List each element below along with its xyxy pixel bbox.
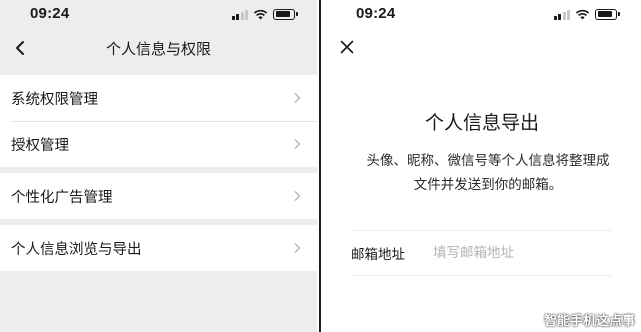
chevron-right-icon <box>294 191 301 201</box>
menu-item-authorization[interactable]: 授权管理 <box>0 121 317 167</box>
status-time: 09:24 <box>356 5 396 22</box>
description-line-2: 文件并发送到你的邮箱。 <box>413 177 563 193</box>
close-button[interactable] <box>337 37 357 57</box>
menu-item-personalized-ads[interactable]: 个性化广告管理 <box>0 173 317 219</box>
chevron-right-icon <box>294 139 301 149</box>
cellular-signal-icon <box>553 9 570 20</box>
watermark: 智能手机这点事 <box>543 314 635 329</box>
status-icons <box>231 7 298 21</box>
wifi-icon <box>575 9 590 19</box>
email-label: 邮箱地址 <box>351 247 405 263</box>
menu-item-label: 授权管理 <box>11 137 69 154</box>
chevron-right-icon <box>294 243 301 253</box>
menu-group-export: 个人信息浏览与导出 <box>0 225 317 279</box>
nav-bar: 个人信息与权限 <box>0 28 317 68</box>
menu-group-permissions: 系统权限管理 授权管理 <box>0 75 317 175</box>
description-line-1: 头像、昵称、微信号等个人信息将整理成 <box>366 153 610 169</box>
permissions-screen: 09:24 个人信息与权限 系统权限管理 授权管理 个性化广告管理 个人信息浏览… <box>0 0 317 332</box>
cellular-signal-icon <box>231 9 248 20</box>
battery-icon <box>273 8 298 20</box>
status-time: 09:24 <box>30 5 70 22</box>
export-title: 个人信息导出 <box>424 112 539 134</box>
wifi-icon <box>253 9 268 19</box>
export-screen: 09:24 个人信息导出 头像、昵称、微信号等个人信息将整理成 文件并发送到你的… <box>323 0 641 332</box>
page-title: 个人信息与权限 <box>105 40 211 58</box>
status-bar: 09:24 <box>323 0 641 28</box>
menu-item-browse-export[interactable]: 个人信息浏览与导出 <box>0 225 317 271</box>
export-description: 头像、昵称、微信号等个人信息将整理成 文件并发送到你的邮箱。 <box>353 149 623 197</box>
menu-item-label: 个性化广告管理 <box>11 189 113 206</box>
menu-item-system-permissions[interactable]: 系统权限管理 <box>0 75 317 121</box>
close-icon <box>340 40 354 54</box>
menu-group-ads: 个性化广告管理 <box>0 173 317 227</box>
battery-icon <box>595 8 620 20</box>
email-input[interactable] <box>433 245 593 261</box>
menu-item-label: 个人信息浏览与导出 <box>11 241 142 258</box>
divider-line <box>319 0 321 332</box>
email-field-row: 邮箱地址 <box>351 230 611 276</box>
status-icons <box>553 7 620 21</box>
menu-item-label: 系统权限管理 <box>11 91 98 108</box>
status-bar: 09:24 <box>0 0 317 28</box>
chevron-right-icon <box>294 93 301 103</box>
